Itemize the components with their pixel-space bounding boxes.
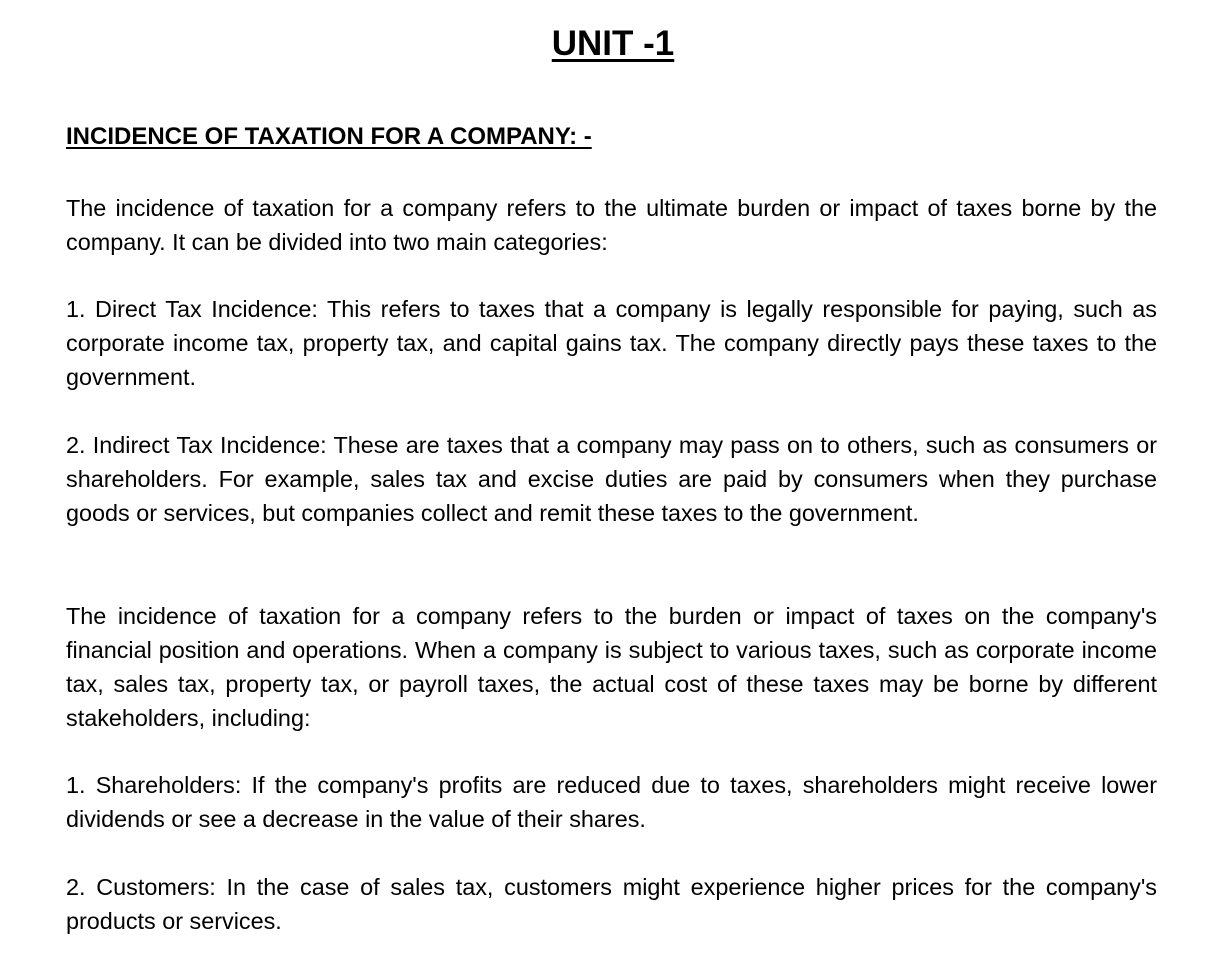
document-page: UNIT -1 INCIDENCE OF TAXATION FOR A COMP…: [0, 0, 1218, 968]
paragraph-customers: 2. Customers: In the case of sales tax, …: [66, 874, 1157, 934]
paragraph-indirect-tax: 2. Indirect Tax Incidence: These are tax…: [66, 432, 1157, 526]
paragraph-intro: The incidence of taxation for a company …: [66, 195, 1157, 255]
section-heading: INCIDENCE OF TAXATION FOR A COMPANY: -: [66, 123, 592, 150]
paragraph-burden: The incidence of taxation for a company …: [66, 603, 1157, 731]
page-title: UNIT -1: [551, 24, 675, 63]
paragraph-direct-tax: 1. Direct Tax Incidence: This refers to …: [66, 296, 1157, 390]
paragraph-shareholders: 1. Shareholders: If the company's profit…: [66, 772, 1157, 832]
